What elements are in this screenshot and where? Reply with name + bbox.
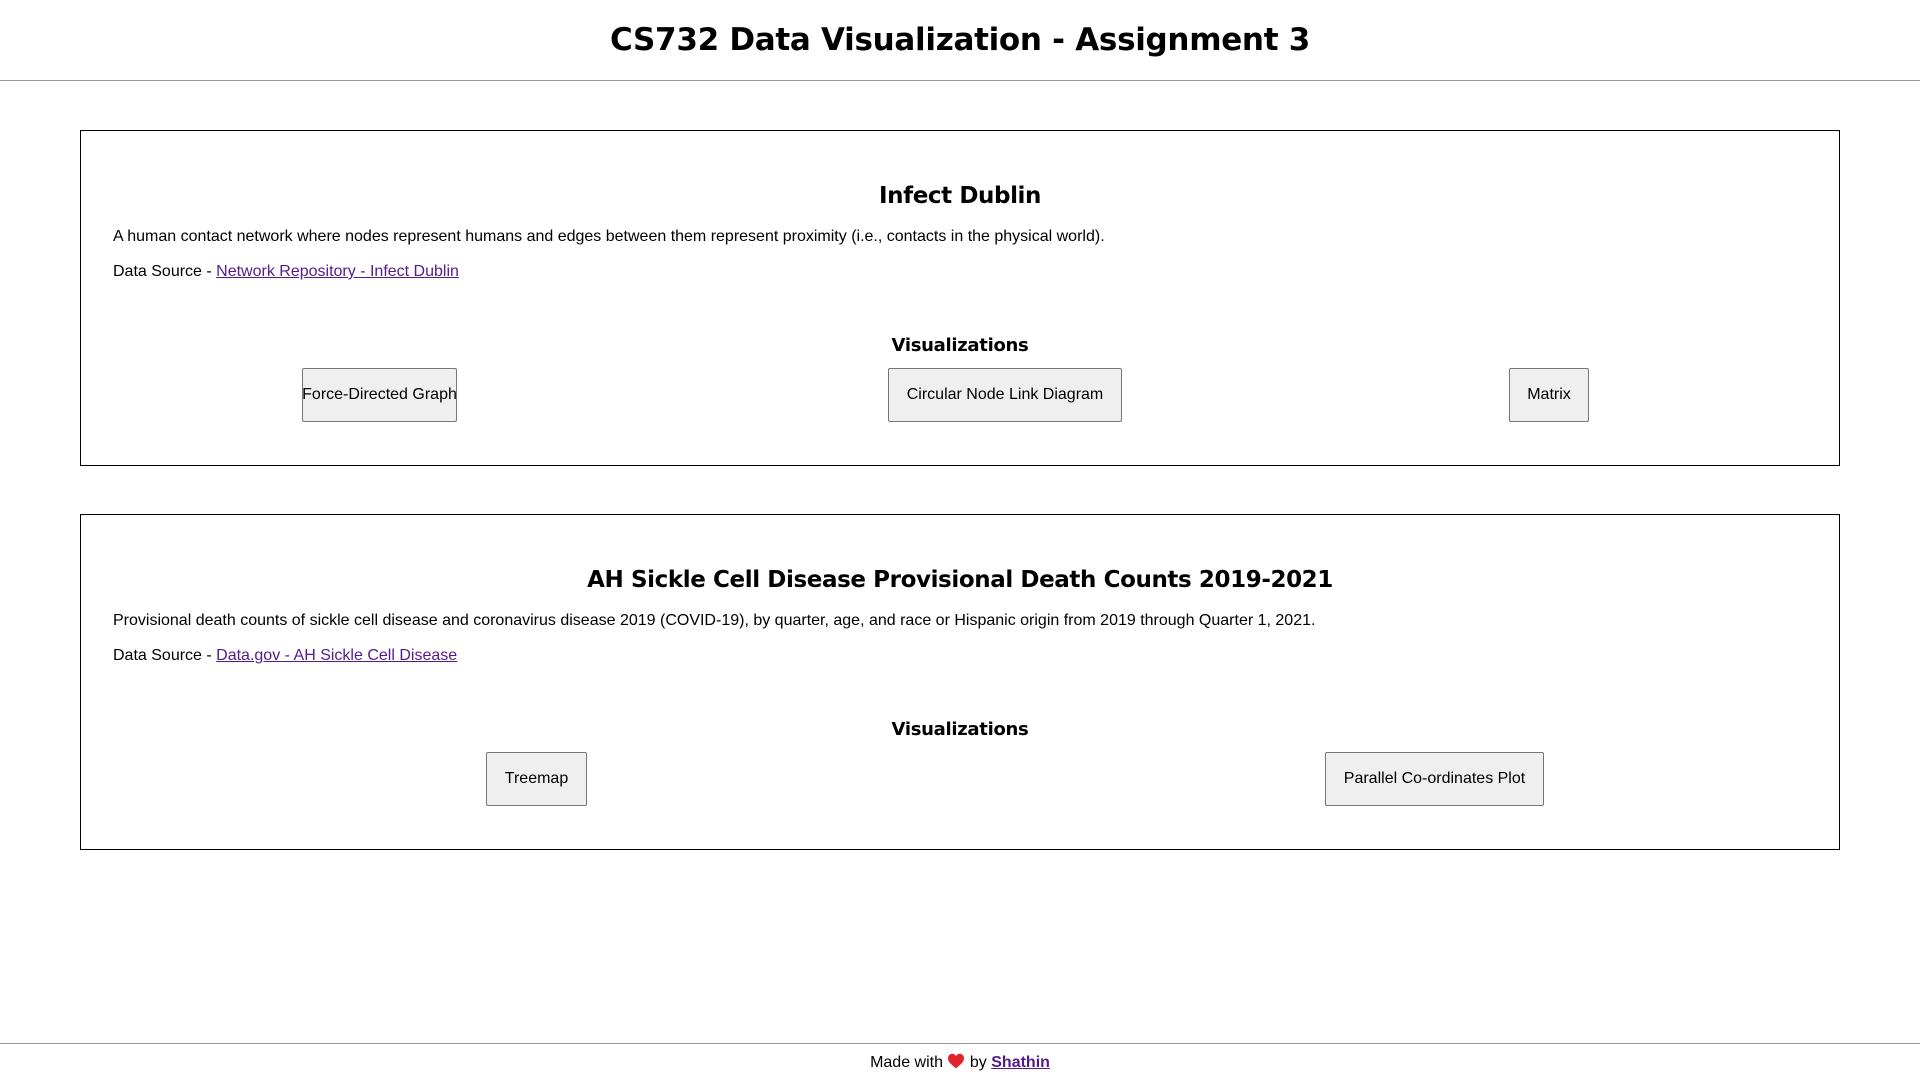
footer-by: by — [969, 1054, 987, 1071]
page-footer: Made with by Shathin — [0, 1043, 1920, 1072]
page-title: CS732 Data Visualization - Assignment 3 — [610, 22, 1310, 58]
visualization-buttons: Force-Directed Graph Circular Node Link … — [113, 368, 1807, 422]
author-link[interactable]: Shathin — [991, 1054, 1050, 1071]
dataset-card-sickle-cell: AH Sickle Cell Disease Provisional Death… — [80, 514, 1840, 850]
data-source-label: Data Source - — [113, 263, 217, 280]
dataset-title: Infect Dublin — [878, 183, 1042, 209]
page-header: CS732 Data Visualization - Assignment 3 — [0, 0, 1920, 81]
data-source-link[interactable]: Network Repository - Infect Dublin — [216, 263, 459, 280]
data-source-line: Data Source - Network Repository - Infec… — [113, 263, 1807, 281]
matrix-button[interactable]: Matrix — [1509, 368, 1589, 422]
data-source-line: Data Source - Data.gov - AH Sickle Cell … — [113, 647, 1807, 665]
force-directed-graph-button[interactable]: Force-Directed Graph — [302, 368, 457, 422]
dataset-description: Provisional death counts of sickle cell … — [113, 612, 1316, 629]
dataset-description: A human contact network where nodes repr… — [113, 228, 1105, 245]
visualizations-heading: Visualizations — [891, 335, 1029, 356]
visualizations-heading: Visualizations — [891, 719, 1029, 740]
visualization-buttons: Treemap Parallel Co-ordinates Plot — [113, 752, 1807, 806]
data-source-label: Data Source - — [113, 647, 217, 664]
dataset-card-infect-dublin: Infect Dublin A human contact network wh… — [80, 130, 1840, 466]
data-source-link[interactable]: Data.gov - AH Sickle Cell Disease — [216, 647, 457, 664]
circular-node-link-diagram-button[interactable]: Circular Node Link Diagram — [888, 368, 1122, 422]
footer-made-with: Made with — [870, 1054, 943, 1071]
page: CS732 Data Visualization - Assignment 3 … — [0, 0, 1920, 1080]
treemap-button[interactable]: Treemap — [486, 752, 587, 806]
heart-icon — [948, 1053, 965, 1069]
main-content: Infect Dublin A human contact network wh… — [0, 81, 1920, 850]
parallel-coordinates-plot-button[interactable]: Parallel Co-ordinates Plot — [1325, 752, 1544, 806]
dataset-title: AH Sickle Cell Disease Provisional Death… — [587, 567, 1333, 593]
